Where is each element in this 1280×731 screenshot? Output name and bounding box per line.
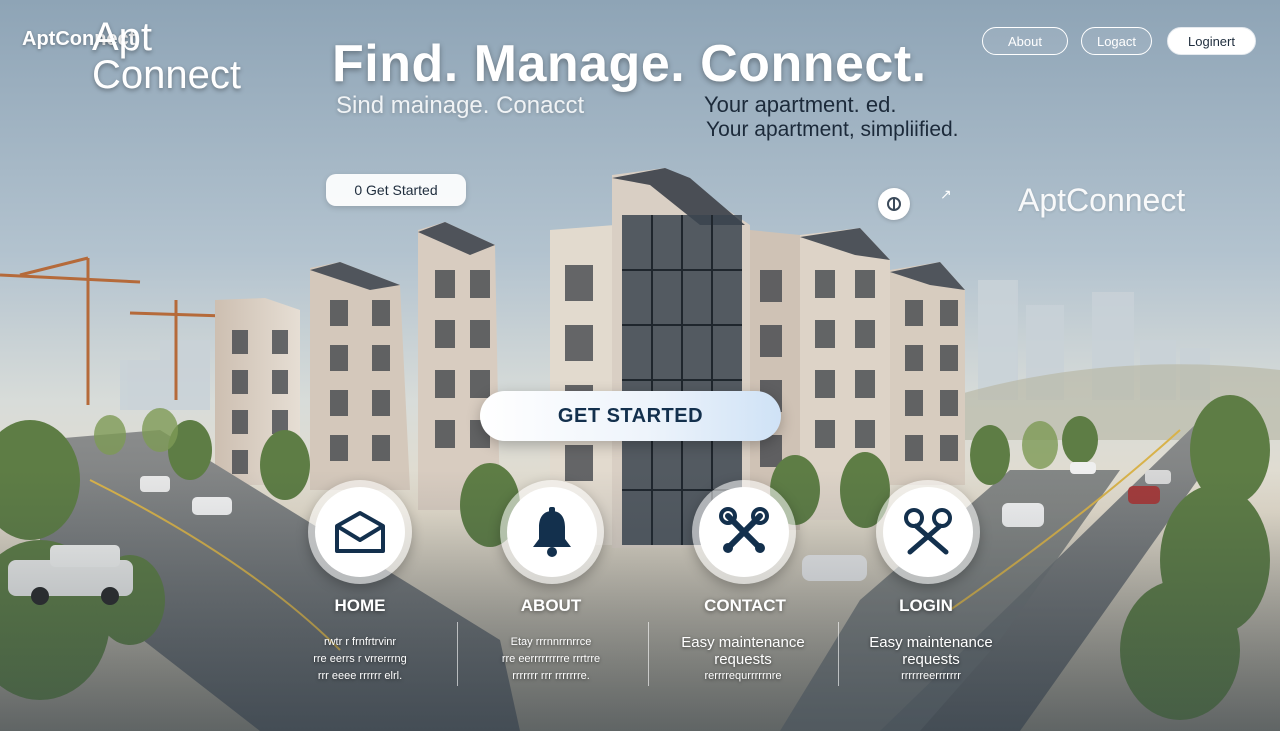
brand-logo-large: Apt Connect: [92, 15, 241, 97]
hero-headline: Find. Manage. Connect.: [332, 35, 927, 93]
get-started-small-button[interactable]: 0 Get Started: [326, 174, 466, 206]
nav-login-button[interactable]: Loginert: [1167, 27, 1256, 55]
description-line: rrrrrreerrrrrrr: [901, 670, 961, 682]
description-line: rwtr r frnfrtrvinr: [323, 636, 397, 648]
contact-feature-label[interactable]: CONTACT: [665, 596, 825, 616]
circle-icon: [887, 197, 901, 211]
hero-background: [0, 0, 1280, 731]
cursor-icon: ↗: [940, 186, 952, 202]
settings-circle-icon[interactable]: [878, 188, 910, 220]
about-feature-button[interactable]: [500, 480, 604, 584]
about-feature-description: Etay rrrnnrrnrrce rre eerrrrrrrrre rrrtr…: [466, 634, 636, 685]
home-feature-button[interactable]: [308, 480, 412, 584]
description-title: Easy maintenance: [869, 634, 993, 651]
description-line: rerrrrequrrrrrnre: [704, 670, 782, 682]
description-line: requests: [902, 651, 960, 668]
feature-divider: [838, 622, 839, 686]
hero-subtitle-line-1: Your apartment. ed.: [704, 92, 897, 117]
description-line: Etay rrrnnrrnrrce: [510, 636, 592, 648]
description-line: rre eerrs r vrrerrrng: [313, 653, 407, 665]
login-feature-description: Easy maintenance requests rrrrrreerrrrrr…: [846, 634, 1016, 685]
nav-logout-button[interactable]: Logact: [1081, 27, 1152, 55]
login-feature-label[interactable]: LOGIN: [846, 596, 1006, 616]
home-feature-description: rwtr r frnfrtrvinr rre eerrs r vrrerrrng…: [275, 634, 445, 685]
hero-ghost-subtitle: Sind mainage. Conacct: [336, 92, 585, 119]
description-line: requests: [714, 651, 772, 668]
feature-divider: [457, 622, 458, 686]
description-line: rrrrrrr rrr rrrrrrre.: [512, 670, 590, 682]
nav-about-button[interactable]: About: [982, 27, 1068, 55]
contact-feature-button[interactable]: [692, 480, 796, 584]
brand-watermark: AptConnect: [1018, 182, 1186, 218]
description-line: rre eerrrrrrrrre rrrtrre: [501, 653, 601, 665]
envelope-icon: [335, 511, 385, 553]
get-started-button[interactable]: GET STARTED: [480, 391, 781, 441]
cityscape-illustration: [0, 0, 1280, 731]
description-line: rrr eeee rrrrrr elrl.: [317, 670, 403, 682]
contact-feature-description: Easy maintenance requests rerrrrequrrrrr…: [658, 634, 828, 685]
description-title: Easy maintenance: [681, 634, 805, 651]
about-feature-label[interactable]: ABOUT: [471, 596, 631, 616]
tools-icon: [719, 507, 769, 553]
home-feature-label[interactable]: HOME: [280, 596, 440, 616]
scissors-icon: [904, 508, 952, 555]
feature-divider: [648, 622, 649, 686]
bell-icon: [533, 507, 571, 557]
hero-subtitle-line-2: Your apartment, simpliified.: [706, 118, 959, 141]
login-feature-button[interactable]: [876, 480, 980, 584]
